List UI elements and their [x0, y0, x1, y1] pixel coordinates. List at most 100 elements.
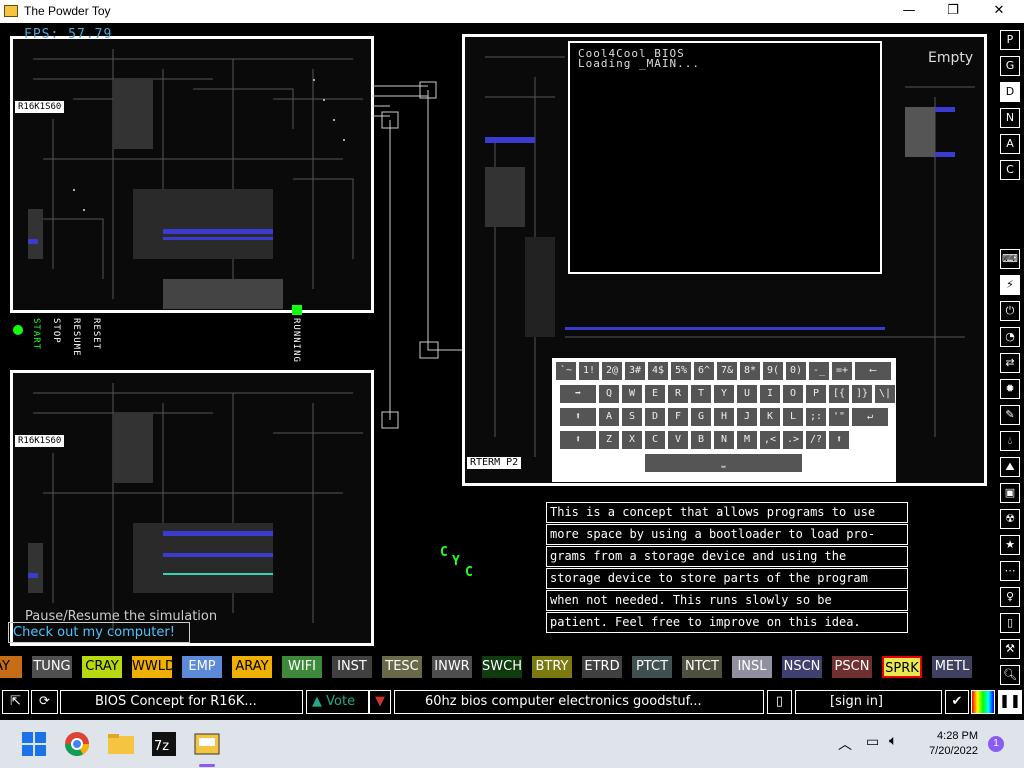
keyboard-key[interactable]: O [783, 385, 803, 403]
gas-icon[interactable]: ⛰︎ [1000, 457, 1020, 477]
maximize-button[interactable]: ❐ [930, 0, 976, 23]
plug-icon[interactable]: ⚡ [1000, 275, 1020, 295]
element-inwr[interactable]: INWR [432, 656, 472, 678]
keyboard-key[interactable]: /? [806, 431, 826, 449]
chevron-up-icon[interactable]: ︿ [838, 734, 852, 754]
dots-icon[interactable]: ⋯ [1000, 561, 1020, 581]
keyboard-key[interactable]: X [622, 431, 642, 449]
volume-icon[interactable]: 🔈︎ [889, 733, 897, 749]
element-ay[interactable]: AY [0, 656, 22, 678]
display-mode-p-button[interactable]: P [1000, 30, 1020, 50]
element-tesc[interactable]: TESC [382, 656, 422, 678]
keyboard-key[interactable]: L [783, 408, 803, 426]
pause-button[interactable]: ❚❚ [998, 690, 1022, 714]
keyboard-icon[interactable]: ⌨ [1000, 249, 1020, 269]
keyboard-key[interactable]: ⬆ [560, 431, 596, 449]
powder-toy-icon[interactable] [191, 728, 223, 760]
radioactive-icon[interactable]: ☢ [1000, 509, 1020, 529]
start-label[interactable]: START [31, 318, 41, 350]
keyboard-key[interactable]: B [691, 431, 711, 449]
keyboard-key[interactable]: H [714, 408, 734, 426]
keyboard-key[interactable]: 5% [671, 362, 691, 380]
keyboard-key[interactable]: 9( [763, 362, 783, 380]
keyboard-key[interactable]: =+ [832, 362, 852, 380]
vote-down-button[interactable]: ▼ [369, 690, 391, 714]
keyboard-key[interactable]: ]} [852, 385, 872, 403]
keyboard-key[interactable]: Q [599, 385, 619, 403]
keyboard-key[interactable]: [{ [829, 385, 849, 403]
display-mode-n-button[interactable]: N [1000, 108, 1020, 128]
element-pscn[interactable]: PSCN [832, 656, 872, 678]
keyboard-key[interactable]: ;: [806, 408, 826, 426]
element-nscn[interactable]: NSCN [782, 656, 822, 678]
element-ptct[interactable]: PTCT [632, 656, 672, 678]
keyboard-key[interactable]: '" [829, 408, 849, 426]
stop-label[interactable]: STOP [51, 318, 61, 344]
keyboard-key[interactable]: .> [783, 431, 803, 449]
power-icon[interactable]: ⏻ [1000, 301, 1020, 321]
network-icon[interactable]: ▭ [866, 734, 879, 750]
keyboard-key[interactable]: -_ [809, 362, 829, 380]
keyboard-key[interactable]: 6^ [694, 362, 714, 380]
keyboard-key[interactable]: 7& [717, 362, 737, 380]
keyboard-key[interactable]: C [645, 431, 665, 449]
keyboard-key[interactable]: ,< [760, 431, 780, 449]
display-mode-a-button[interactable]: A [1000, 134, 1020, 154]
tools-icon[interactable]: ⚒ [1000, 639, 1020, 659]
sign-in-button[interactable]: [sign in] [795, 690, 942, 714]
tags-button[interactable]: 60hz bios computer electronics goodstuf.… [394, 690, 764, 714]
keyboard-key[interactable]: S [622, 408, 642, 426]
keyboard-key[interactable]: `~ [556, 362, 576, 380]
chrome-icon[interactable] [61, 728, 93, 760]
keyboard-key[interactable]: U [737, 385, 757, 403]
life-icon[interactable]: ♀ [1000, 587, 1020, 607]
keyboard-key[interactable]: V [668, 431, 688, 449]
keyboard-key[interactable]: ↵ [852, 408, 888, 426]
element-etrd[interactable]: ETRD [582, 656, 622, 678]
open-save-icon[interactable]: ⇱ [2, 690, 29, 714]
keyboard-key[interactable]: 1! [579, 362, 599, 380]
keyboard-key[interactable]: 4$ [648, 362, 668, 380]
element-tung[interactable]: TUNG [32, 656, 72, 678]
element-emp[interactable]: EMP [182, 656, 222, 678]
keyboard-key[interactable]: I [760, 385, 780, 403]
clock[interactable]: 4:28 PM 7/20/2022 [929, 729, 978, 759]
keyboard-key[interactable]: 3# [625, 362, 645, 380]
settings-icon[interactable]: ✔ [945, 690, 969, 714]
keyboard-key[interactable]: W [622, 385, 642, 403]
reload-icon[interactable]: ⟳ [31, 690, 58, 714]
element-sprk[interactable]: SPRK [882, 656, 922, 678]
search-icon[interactable]: 🔍︎ [1000, 665, 1020, 685]
keyboard-key[interactable]: F [668, 408, 688, 426]
keyboard-key[interactable]: N [714, 431, 734, 449]
notification-badge[interactable]: 1 [988, 736, 1004, 752]
explosive-icon[interactable]: ✹ [1000, 379, 1020, 399]
keyboard-key[interactable]: R [668, 385, 688, 403]
file-explorer-icon[interactable] [105, 728, 137, 760]
close-button[interactable]: ✕ [976, 0, 1022, 23]
element-wwld[interactable]: WWLD [132, 656, 175, 678]
solid-icon[interactable]: ▣ [1000, 483, 1020, 503]
keyboard-key[interactable]: 0) [786, 362, 806, 380]
keyboard-key[interactable]: Y [714, 385, 734, 403]
display-mode-g-button[interactable]: G [1000, 56, 1020, 76]
keyboard-key[interactable]: ⬆ [560, 408, 596, 426]
keyboard-key[interactable]: 8* [740, 362, 760, 380]
display-mode-c-button[interactable]: C [1000, 160, 1020, 180]
save-title-button[interactable]: BIOS Concept for R16K... [60, 690, 303, 714]
element-swch[interactable]: SWCH [482, 656, 522, 678]
intro-button[interactable]: Check out my computer! [8, 622, 190, 643]
element-aray[interactable]: ARAY [232, 656, 272, 678]
sensor-icon[interactable]: ◔ [1000, 327, 1020, 347]
keyboard-key[interactable]: K [760, 408, 780, 426]
keyboard-key[interactable]: J [737, 408, 757, 426]
keyboard-key[interactable]: D [645, 408, 665, 426]
keyboard-key[interactable]: 2@ [602, 362, 622, 380]
keyboard-key[interactable]: ➡ [560, 385, 596, 403]
keyboard-key[interactable]: \| [875, 385, 895, 403]
keyboard-key[interactable]: T [691, 385, 711, 403]
resume-label[interactable]: RESUME [71, 318, 81, 357]
keyboard-key[interactable]: G [691, 408, 711, 426]
start-icon[interactable] [18, 728, 50, 760]
keyboard-key[interactable]: ⬆ [829, 431, 849, 449]
